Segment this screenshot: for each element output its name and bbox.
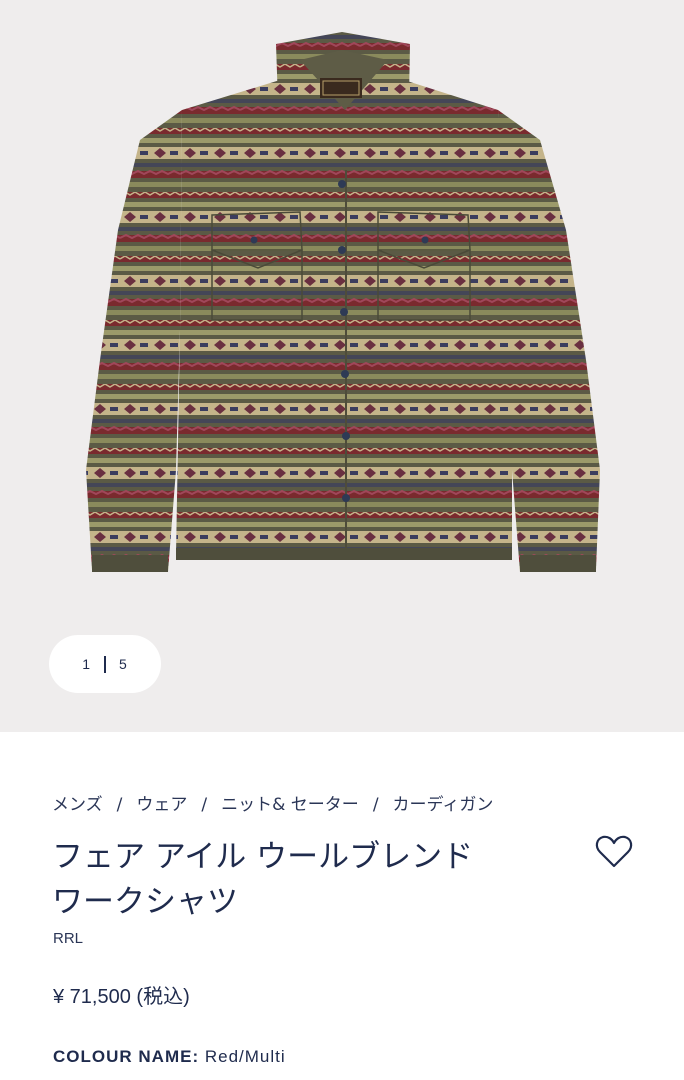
product-title: フェア アイル ウールブレンド ワークシャツ xyxy=(52,835,572,925)
breadcrumb-item-wear[interactable]: ウェア xyxy=(136,795,187,815)
product-title-line1: フェア アイル ウールブレンド xyxy=(52,839,474,875)
total-pages: 5 xyxy=(119,656,128,672)
colour-value: Red/Multi xyxy=(204,1047,286,1066)
heart-icon xyxy=(595,835,633,868)
colour-label: COLOUR NAME: xyxy=(53,1047,200,1066)
breadcrumb-separator: / xyxy=(201,795,208,815)
wishlist-button[interactable] xyxy=(594,832,634,872)
current-page: 1 xyxy=(82,656,91,672)
product-price: ¥ 71,500 (税込) xyxy=(53,986,190,1008)
breadcrumb-separator: / xyxy=(372,795,379,815)
product-details: メンズ / ウェア / ニット& セーター / カーディガン フェア アイル ウールブレンド… xyxy=(0,732,684,1080)
product-title-line2: ワークシャツ xyxy=(52,884,238,920)
image-pagination[interactable]: 1 5 xyxy=(49,635,161,693)
breadcrumb-separator: / xyxy=(116,795,123,815)
product-image xyxy=(86,32,600,572)
pagination-divider xyxy=(104,655,106,673)
breadcrumb: メンズ / ウェア / ニット& セーター / カーディガン xyxy=(52,790,493,815)
product-image-gallery[interactable]: 1 5 xyxy=(0,0,684,732)
breadcrumb-item-knit-sweater[interactable]: ニット& セーター xyxy=(221,795,359,815)
brand-name[interactable]: RRL xyxy=(53,930,83,947)
breadcrumb-item-mens[interactable]: メンズ xyxy=(52,795,103,815)
colour-name: COLOUR NAME: Red/Multi xyxy=(53,1047,286,1067)
breadcrumb-item-cardigan[interactable]: カーディガン xyxy=(393,795,494,815)
